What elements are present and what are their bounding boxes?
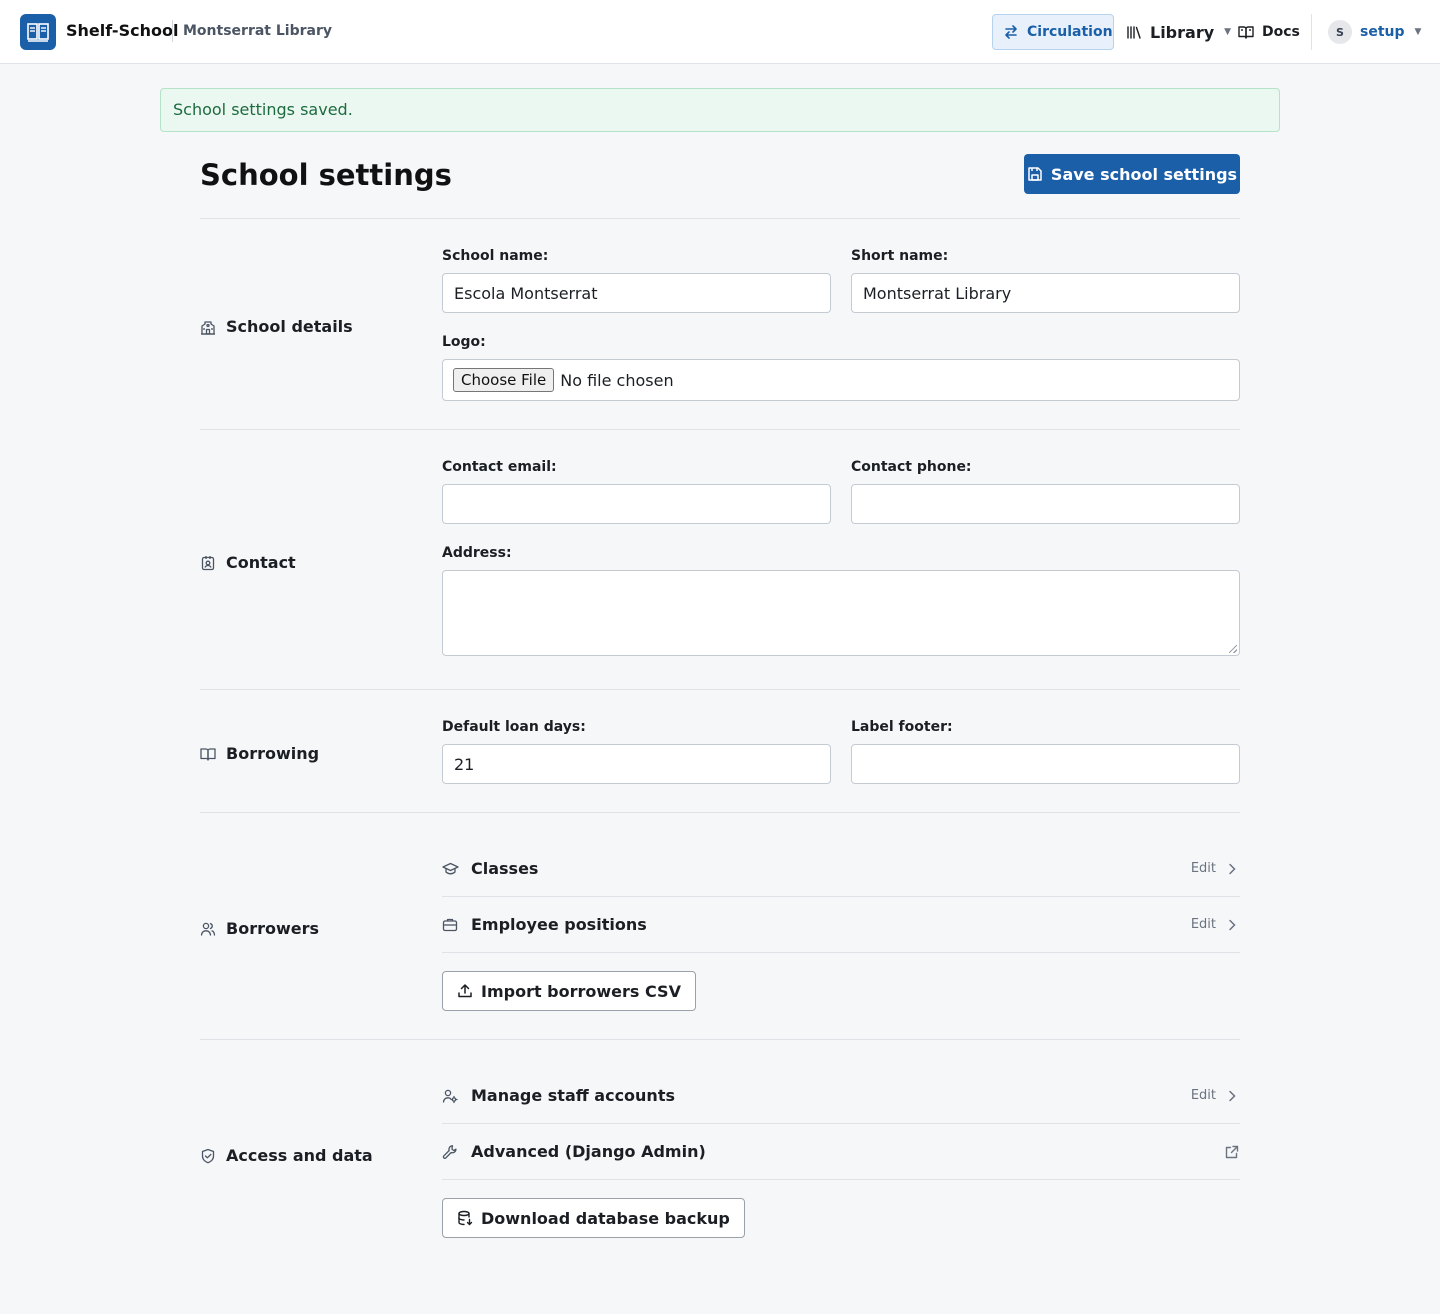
brand-name[interactable]: Shelf-School [66, 20, 178, 42]
save-settings-button[interactable]: Save school settings [1024, 154, 1240, 194]
classes-link[interactable]: Classes Edit [442, 841, 1240, 897]
section-borrowing: Borrowing [200, 744, 319, 763]
divider [200, 429, 1240, 430]
contact-email-input[interactable] [442, 484, 831, 524]
library-shelf-icon [1126, 25, 1142, 39]
divider [200, 689, 1240, 690]
divider [200, 812, 1240, 813]
label-footer-label: Label footer: [851, 719, 953, 735]
database-icon [457, 1210, 473, 1226]
user-menu[interactable]: S setup ▼ [1328, 14, 1421, 50]
address-value [443, 571, 1239, 587]
loan-days-label: Default loan days: [442, 719, 586, 735]
classes-label: Classes [471, 859, 539, 878]
success-alert: School settings saved. [160, 88, 1280, 132]
nav-circulation[interactable]: Circulation [992, 14, 1114, 50]
address-label: Address: [442, 545, 512, 561]
contact-phone-input[interactable] [851, 484, 1240, 524]
short-name-input[interactable]: Montserrat Library [851, 273, 1240, 313]
nav-divider [1311, 14, 1312, 50]
section-label-text: Access and data [226, 1146, 373, 1165]
import-borrowers-label: Import borrowers CSV [481, 981, 681, 1001]
shield-check-icon [200, 1148, 216, 1164]
nav-docs-label: Docs [1262, 24, 1300, 40]
edit-label: Edit [1190, 861, 1216, 876]
section-label-text: School details [226, 317, 353, 336]
graduation-cap-icon [442, 860, 459, 877]
edit-label: Edit [1190, 1088, 1216, 1103]
section-access-data: Access and data [200, 1146, 373, 1165]
school-name-input[interactable]: Escola Montserrat [442, 273, 831, 313]
avatar: S [1328, 20, 1352, 44]
nav-circulation-label: Circulation [1027, 24, 1113, 40]
school-building-icon [200, 319, 216, 335]
nav-docs[interactable]: Docs [1238, 14, 1300, 50]
floppy-disk-icon [1027, 166, 1043, 182]
choose-file-button[interactable]: Choose File [453, 368, 555, 392]
divider [200, 218, 1240, 219]
short-name-label: Short name: [851, 248, 949, 264]
external-link-icon [1224, 1144, 1240, 1160]
book-logo-icon[interactable] [20, 14, 56, 50]
divider [200, 1039, 1240, 1040]
label-footer-input[interactable] [851, 744, 1240, 784]
upload-icon [457, 983, 473, 999]
open-book-icon [1238, 25, 1254, 39]
caret-down-icon: ▼ [1224, 27, 1232, 37]
no-file-text: No file chosen [560, 370, 674, 390]
section-contact: Contact [200, 553, 296, 572]
resize-handle-icon[interactable] [1229, 645, 1237, 653]
django-admin-label: Advanced (Django Admin) [471, 1142, 706, 1161]
chevron-right-icon [1228, 1090, 1240, 1102]
caret-down-icon: ▼ [1414, 27, 1422, 37]
wrench-icon [442, 1143, 459, 1160]
logo-file-input[interactable]: Choose File No file chosen [442, 359, 1240, 401]
brand-divider [172, 20, 173, 42]
staff-accounts-label: Manage staff accounts [471, 1086, 675, 1105]
edit-label: Edit [1190, 917, 1216, 932]
swap-arrows-icon [1003, 24, 1019, 40]
nav-library[interactable]: Library ▼ [1126, 14, 1231, 50]
import-borrowers-button[interactable]: Import borrowers CSV [442, 971, 696, 1011]
chevron-right-icon [1228, 863, 1240, 875]
loan-days-input[interactable]: 21 [442, 744, 831, 784]
nav-library-label: Library [1150, 22, 1215, 42]
contact-email-label: Contact email: [442, 459, 557, 475]
contact-phone-label: Contact phone: [851, 459, 972, 475]
download-backup-label: Download database backup [481, 1208, 730, 1228]
section-label-text: Borrowing [226, 744, 320, 763]
logo-label: Logo: [442, 334, 486, 350]
briefcase-icon [442, 916, 459, 933]
school-name-label: School name: [442, 248, 549, 264]
section-label-text: Contact [226, 553, 296, 572]
page-title: School settings [200, 158, 452, 192]
open-book-icon [200, 747, 216, 761]
save-settings-label: Save school settings [1050, 164, 1238, 184]
employee-positions-label: Employee positions [471, 915, 647, 934]
employee-positions-link[interactable]: Employee positions Edit [442, 897, 1240, 953]
section-label-text: Borrowers [226, 919, 320, 938]
staff-accounts-link[interactable]: Manage staff accounts Edit [442, 1068, 1240, 1124]
contact-card-icon [200, 555, 216, 571]
download-backup-button[interactable]: Download database backup [442, 1198, 745, 1238]
users-icon [200, 921, 216, 937]
section-school-details: School details [200, 317, 353, 336]
address-textarea[interactable] [442, 570, 1240, 656]
top-bar: Shelf-School Montserrat Library Circulat… [0, 0, 1440, 64]
library-name: Montserrat Library [183, 23, 332, 39]
chevron-right-icon [1228, 919, 1240, 931]
section-borrowers: Borrowers [200, 919, 319, 938]
user-name: setup [1360, 24, 1405, 40]
django-admin-link[interactable]: Advanced (Django Admin) [442, 1124, 1240, 1180]
user-gear-icon [442, 1087, 459, 1104]
